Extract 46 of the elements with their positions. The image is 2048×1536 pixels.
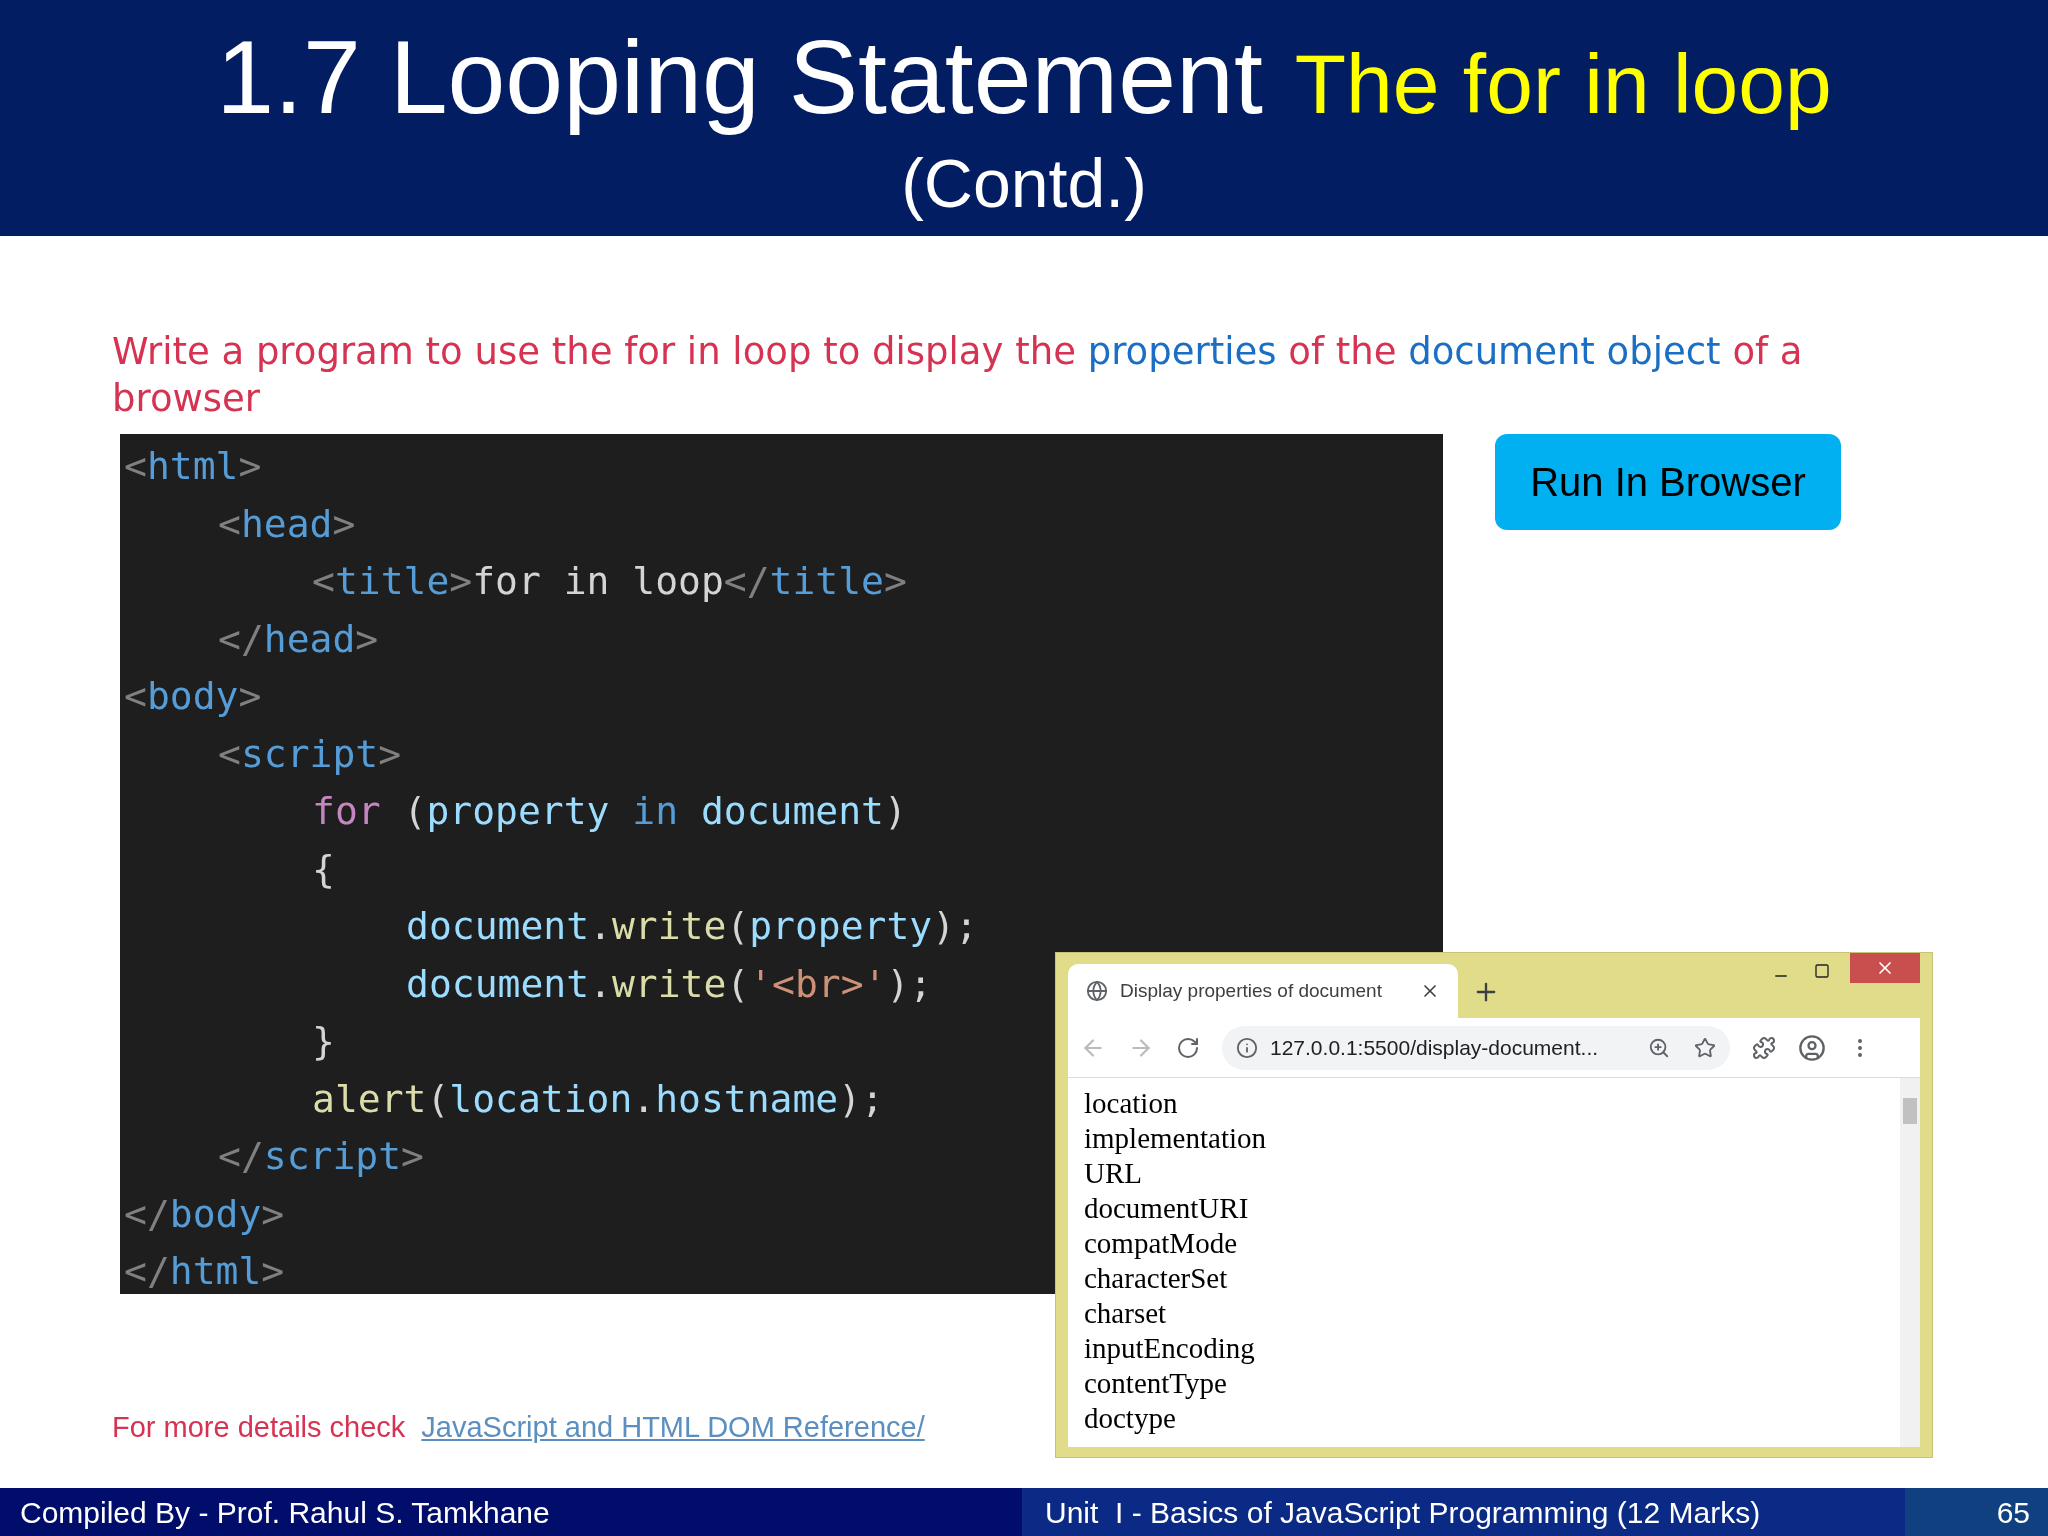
code-line: <body> bbox=[124, 673, 262, 720]
extensions-icon[interactable] bbox=[1752, 1035, 1776, 1060]
property-name: doctype bbox=[1084, 1401, 1176, 1436]
code-line: </script> bbox=[218, 1133, 424, 1180]
profile-icon[interactable] bbox=[1798, 1033, 1826, 1062]
code-line: </html> bbox=[124, 1248, 285, 1295]
code-line: </head> bbox=[218, 615, 379, 663]
code-line: } bbox=[312, 1018, 335, 1065]
close-window-button[interactable] bbox=[1850, 953, 1920, 983]
property-name: URL bbox=[1084, 1156, 1142, 1191]
code-line: <title>for in loop</title> bbox=[312, 558, 907, 605]
run-in-browser-button[interactable]: Run In Browser bbox=[1495, 434, 1841, 530]
globe-icon bbox=[1086, 980, 1108, 1002]
reference-text: For more details check bbox=[112, 1410, 406, 1445]
browser-tab[interactable]: Display properties of document bbox=[1068, 964, 1458, 1018]
maximize-icon[interactable] bbox=[1814, 963, 1830, 979]
property-name: implementation bbox=[1084, 1121, 1266, 1156]
code-line: alert(location.hostname); bbox=[312, 1075, 884, 1123]
address-bar[interactable]: 127.0.0.1:5500/display-document... bbox=[1222, 1025, 1730, 1070]
reload-icon[interactable] bbox=[1176, 1035, 1200, 1060]
question-text: Write a program to use the for in loop to display the properties of the document object of a browser bbox=[112, 329, 1804, 422]
code-line: <html> bbox=[124, 443, 262, 490]
code-line: <script> bbox=[218, 730, 402, 778]
code-line: <head> bbox=[218, 500, 356, 548]
property-name: characterSet bbox=[1084, 1261, 1228, 1296]
property-name: charset bbox=[1084, 1296, 1167, 1331]
slide-title-continuation: (Contd.) bbox=[901, 144, 1147, 224]
slide-subtitle: The for in loop bbox=[1294, 35, 1832, 133]
code-line: for (property in document) bbox=[312, 788, 907, 835]
property-name: inputEncoding bbox=[1084, 1331, 1255, 1366]
page-number: 65 bbox=[1905, 1488, 2048, 1536]
code-line: </body> bbox=[124, 1190, 285, 1238]
info-icon bbox=[1236, 1036, 1258, 1059]
zoom-icon[interactable] bbox=[1648, 1036, 1670, 1059]
code-line: document.write('<br>'); bbox=[406, 960, 933, 1008]
code-line: { bbox=[312, 845, 335, 893]
property-name: documentURI bbox=[1084, 1191, 1249, 1226]
scrollbar[interactable] bbox=[1900, 1078, 1920, 1447]
bookmark-star-icon[interactable] bbox=[1694, 1036, 1716, 1059]
footer-unit: Unit I - Basics of JavaScript Programming (12 Marks) bbox=[1022, 1488, 1905, 1536]
footer-author: Compiled By - Prof. Rahul S. Tamkhane bbox=[0, 1488, 1022, 1536]
property-name: compatMode bbox=[1084, 1226, 1237, 1261]
slide-title: 1.7 Looping Statement bbox=[216, 17, 1263, 137]
property-name: contentType bbox=[1084, 1366, 1227, 1401]
code-line: document.write(property); bbox=[406, 903, 978, 950]
property-name: location bbox=[1084, 1086, 1178, 1121]
